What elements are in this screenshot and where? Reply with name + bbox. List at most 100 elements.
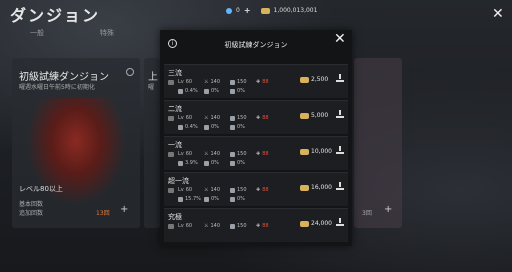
power-value: 88 (262, 79, 269, 85)
entry-cost: 24,000 (300, 220, 332, 227)
tab-special[interactable]: 特殊 (100, 28, 114, 38)
attack-value: 140 (210, 79, 221, 85)
level-icon: Lv (178, 187, 184, 193)
price-value: 10,000 (311, 148, 332, 155)
drop-rate-1: 0.4% (185, 124, 198, 130)
card-title: 上 (148, 72, 158, 83)
power-icon: ✚ (256, 79, 261, 85)
level-value: 60 (185, 151, 193, 157)
drop-rate-1: 15.7% (185, 196, 201, 202)
download-icon[interactable] (336, 218, 344, 227)
power-icon: ✚ (256, 223, 261, 229)
attack-icon: ⚔ (204, 223, 209, 229)
boss-icon (168, 152, 174, 157)
drop-icon-3 (230, 88, 235, 94)
difficulty-name: 二流 (168, 105, 182, 113)
drop-icon-1 (178, 124, 183, 130)
drop-icon-2 (204, 88, 209, 94)
tab-general[interactable]: 一般 (30, 28, 44, 38)
level-value: 60 (185, 187, 193, 193)
difficulty-row[interactable]: 超一流 Lv 60 ⚔ 140 150 ✚ 88 15.7% 0% 0% 16,000 (164, 172, 348, 206)
card-level-requirement: レベル80以上 (19, 185, 63, 193)
defense-value: 150 (237, 223, 247, 229)
remaining-count: 3回 (362, 210, 372, 217)
card-title: 初級試練ダンジョン (19, 72, 109, 83)
entry-cost: 2,500 (300, 76, 328, 83)
level-value: 60 (185, 223, 193, 229)
difficulty-row[interactable]: 二流 Lv 60 ⚔ 140 150 ✚ 88 0.4% 0% 0% 5,000 (164, 100, 348, 134)
boss-icon (168, 224, 174, 229)
drop-rate-3: 0% (237, 88, 245, 94)
gold-icon (300, 220, 309, 227)
level-icon: Lv (178, 151, 184, 157)
drop-icon-3 (230, 124, 235, 130)
top-bar: ダンジョン 0 + 1,000,013,001 ✕ (0, 0, 512, 26)
attack-icon: ⚔ (204, 79, 209, 85)
energy-icon (226, 7, 232, 14)
attack-value: 140 (210, 187, 221, 193)
add-energy-button[interactable]: + (244, 6, 251, 15)
download-icon[interactable] (336, 110, 344, 119)
power-value: 88 (262, 151, 269, 157)
card-subtitle: 曜 (148, 84, 155, 91)
price-value: 16,000 (311, 184, 332, 191)
drop-icon-3 (230, 160, 235, 166)
price-value: 5,000 (311, 112, 329, 119)
boss-icon (168, 188, 174, 193)
modal-close-button[interactable]: ✕ (334, 31, 346, 47)
modal-header: i 初級試練ダンジョン ✕ (160, 30, 352, 60)
difficulty-row[interactable]: 一流 Lv 60 ⚔ 140 150 ✚ 88 3.9% 0% 0% 10,000 (164, 136, 348, 170)
add-count-button[interactable]: + (384, 204, 392, 215)
drop-rate-2: 0% (211, 124, 219, 130)
energy-value: 0 (236, 7, 240, 14)
difficulty-name: 究極 (168, 213, 182, 221)
defense-icon (230, 187, 235, 193)
attack-icon: ⚔ (204, 115, 209, 121)
gold-icon (300, 184, 309, 191)
close-button[interactable]: ✕ (492, 6, 504, 22)
difficulty-name: 三流 (168, 69, 182, 77)
drop-icon-2 (204, 160, 209, 166)
difficulty-name: 超一流 (168, 177, 189, 185)
defense-icon (230, 115, 235, 121)
drop-rate-3: 0% (237, 196, 245, 202)
power-value: 88 (262, 187, 269, 193)
card-subtitle: 曜週水曜日午前5時に初期化 (19, 84, 95, 91)
drop-rate-2: 0% (211, 196, 219, 202)
tab-bar: 一般 特殊 (30, 28, 114, 38)
attack-icon: ⚔ (204, 187, 209, 193)
gold-icon (300, 148, 309, 155)
drop-icon-2 (204, 196, 209, 202)
difficulty-row[interactable]: 三流 Lv 60 ⚔ 140 150 ✚ 88 0.4% 0% 0% 2,500 (164, 64, 348, 98)
power-icon: ✚ (256, 151, 261, 157)
power-value: 88 (262, 115, 269, 121)
add-count-button[interactable]: + (120, 204, 128, 215)
dungeon-card-beginner[interactable]: 初級試練ダンジョン 曜週水曜日午前5時に初期化 レベル80以上 基本回数 追加回… (12, 58, 140, 228)
attack-value: 140 (210, 115, 221, 121)
entry-cost: 5,000 (300, 112, 328, 119)
attack-value: 140 (210, 151, 221, 157)
search-icon[interactable] (126, 68, 134, 76)
entry-cost: 10,000 (300, 148, 332, 155)
dungeon-card-2[interactable]: 上 曜 (144, 58, 160, 228)
drop-rate-1: 0.4% (185, 88, 198, 94)
defense-value: 150 (237, 115, 247, 121)
download-icon[interactable] (336, 146, 344, 155)
attack-value: 140 (210, 223, 221, 229)
defense-icon (230, 151, 235, 157)
defense-icon (230, 223, 235, 229)
extra-count-label: 追加回数 (19, 210, 44, 217)
defense-value: 150 (237, 151, 247, 157)
level-icon: Lv (178, 79, 184, 85)
difficulty-row[interactable]: 究極 Lv 60 ⚔ 140 150 ✚ 88 24,000 (164, 208, 348, 242)
dungeon-card-3[interactable]: 3回 + (354, 58, 402, 228)
level-icon: Lv (178, 223, 184, 229)
drop-rate-3: 0% (237, 160, 245, 166)
download-icon[interactable] (336, 74, 344, 83)
drop-icon-1 (178, 160, 183, 166)
defense-value: 150 (237, 79, 247, 85)
power-icon: ✚ (256, 115, 261, 121)
power-icon: ✚ (256, 187, 261, 193)
download-icon[interactable] (336, 182, 344, 191)
level-icon: Lv (178, 115, 184, 121)
